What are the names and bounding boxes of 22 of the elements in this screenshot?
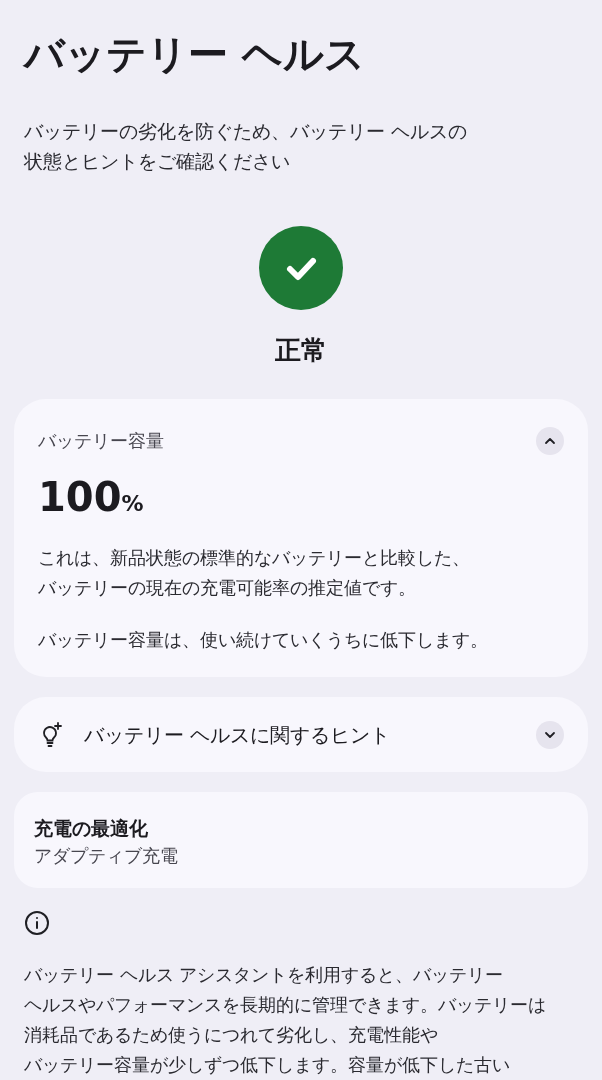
expand-button[interactable] — [536, 720, 564, 749]
description-text: これは、新品状態の標準的なバッテリーと比較した、 — [38, 546, 471, 570]
card-label: バッテリー容量 — [38, 429, 164, 453]
info-text: 消耗品であるため使うにつれて劣化し、充電性能や — [24, 1023, 439, 1047]
page-title: バッテリー ヘルス — [21, 30, 366, 79]
capacity-value: 100 — [38, 473, 122, 521]
info-text: ヘルスやパフォーマンスを長期的に管理できます。バッテリーは — [24, 993, 547, 1017]
collapse-button[interactable] — [536, 427, 564, 455]
charging-title: 充電の最適化 — [34, 816, 149, 841]
info-text: バッテリー容量が少しずつ低下します。容量が低下した古い — [24, 1053, 511, 1077]
note-text: バッテリー容量は、使い続けていくうちに低下します。 — [38, 628, 489, 652]
status-label: 正常 — [275, 334, 327, 367]
info-icon — [24, 910, 50, 936]
tips-card[interactable]: バッテリー ヘルスに関するヒント — [14, 697, 588, 772]
description-text: バッテリーの現在の充電可能率の推定値です。 — [38, 576, 417, 600]
intro-text: 状態とヒントをご確認ください — [24, 149, 291, 174]
percent-unit: % — [121, 490, 144, 518]
info-text: バッテリー ヘルス アシスタントを利用すると、バッテリー — [24, 963, 505, 987]
tips-label: バッテリー ヘルスに関するヒント — [84, 721, 392, 749]
intro-text: バッテリーの劣化を防ぐため、バッテリー ヘルスの — [24, 119, 469, 144]
charging-card[interactable]: 充電の最適化 アダプティブ充電 — [14, 792, 588, 888]
charging-subtitle: アダプティブ充電 — [34, 844, 179, 868]
